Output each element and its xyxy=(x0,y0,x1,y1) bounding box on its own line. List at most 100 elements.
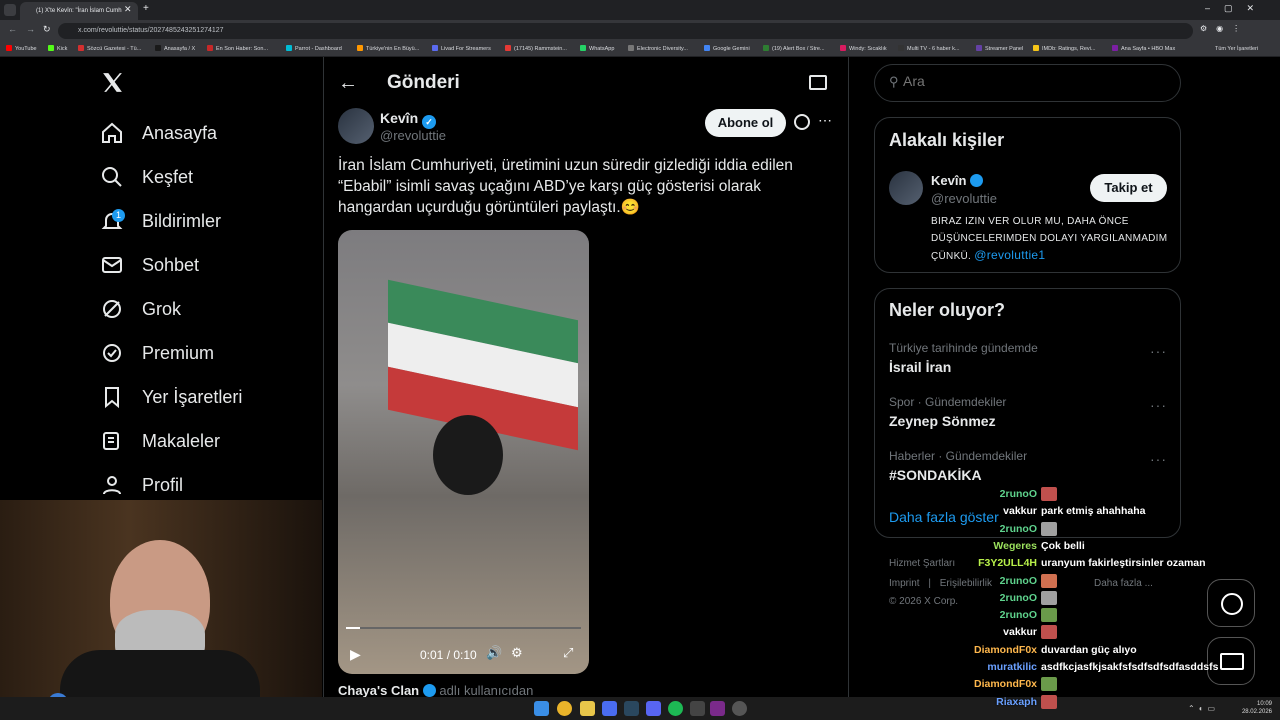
extension-icons[interactable]: ⚙◉⋮ xyxy=(1200,24,1249,33)
search-box[interactable]: ⚲ xyxy=(874,64,1181,102)
bookmark-item[interactable]: (19) Alert Box / Stre... xyxy=(763,42,825,57)
chat-message: F3Y2ULL4H uranyum fakirleştirsinler ozama… xyxy=(0,555,1280,572)
reload-icon[interactable]: ↻ xyxy=(43,24,51,35)
trend-name: İsrail İran xyxy=(889,359,952,375)
chat-message: vakkur park etmiş ahahhaha xyxy=(0,503,1280,520)
video-tunnel xyxy=(433,415,503,495)
trend-more-icon[interactable]: ··· xyxy=(1150,397,1167,413)
related-avatar[interactable] xyxy=(889,171,923,205)
address-bar[interactable]: x.com/revoluttie/status/2027485243251274… xyxy=(58,23,1193,39)
bookmark-item[interactable]: En Son Haber: Son... xyxy=(207,42,268,57)
bookmark-label: Sözcü Gazetesi - Tü... xyxy=(87,46,142,52)
chat-username: DiamondF0x xyxy=(973,643,1037,656)
bookmark-item[interactable]: (17145) Rammstein... xyxy=(505,42,567,57)
bookmark-favicon-icon xyxy=(155,45,161,51)
bookmark-label: (19) Alert Box / Stre... xyxy=(772,46,825,52)
search-icon xyxy=(100,165,124,189)
back-icon[interactable]: ← xyxy=(8,24,17,34)
bookmark-item[interactable]: Multi TV - 6 haber k... xyxy=(898,42,959,57)
bookmark-favicon-icon xyxy=(207,45,213,51)
nav-item-7[interactable]: Makaleler xyxy=(100,425,220,457)
chat-emote-icon xyxy=(1041,677,1057,692)
bookmark-favicon-icon xyxy=(1033,45,1039,51)
bookmark-item[interactable]: Livad For Streamers xyxy=(432,42,491,57)
author-name[interactable]: Kevîn xyxy=(380,110,418,126)
nav-item-6[interactable]: Yer İşaretleri xyxy=(100,381,242,413)
grok-icon[interactable] xyxy=(794,114,810,130)
bookmark-icon xyxy=(100,385,124,409)
forward-icon[interactable]: → xyxy=(26,24,35,34)
chat-emote-icon xyxy=(1041,694,1057,709)
browser-tab-bar: (1) X'te Kevîn: "İran İslam Cumh ✕ + –▢✕ xyxy=(0,0,1280,20)
bookmark-item[interactable]: Ana Sayfa • HBO Max xyxy=(1112,42,1175,57)
nav-item-3[interactable]: Sohbet xyxy=(100,249,199,281)
chat-emote-icon xyxy=(1041,625,1057,640)
tab-list-button[interactable] xyxy=(4,4,16,16)
bookmark-favicon-icon xyxy=(580,45,586,51)
related-handle[interactable]: @revoluttie xyxy=(931,191,997,206)
back-arrow-icon[interactable]: ← xyxy=(338,72,358,95)
browser-tab[interactable]: (1) X'te Kevîn: "İran İslam Cumh xyxy=(20,2,138,20)
bookmark-item[interactable]: Google Gemini xyxy=(704,42,750,57)
bookmark-item[interactable]: Windy: Sıcaklık xyxy=(840,42,887,57)
premium-icon xyxy=(100,341,124,365)
close-tab-icon[interactable]: ✕ xyxy=(124,4,132,15)
author-handle[interactable]: @revoluttie xyxy=(380,128,446,143)
all-bookmarks[interactable]: Tüm Yer İşaretleri xyxy=(1215,42,1258,57)
search-icon: ⚲ xyxy=(889,74,899,89)
page-title: Gönderi xyxy=(387,72,460,93)
nav-item-2[interactable]: 1 Bildirimler xyxy=(100,205,221,237)
subscribe-button[interactable]: Abone ol xyxy=(705,109,786,137)
nav-item-1[interactable]: Keşfet xyxy=(100,161,193,193)
nav-item-0[interactable]: Anasayfa xyxy=(100,117,217,149)
related-title: Alakalı kişiler xyxy=(889,130,1005,150)
bookmark-item[interactable]: Anasayfa / X xyxy=(155,42,195,57)
related-bio-link[interactable]: @revoluttie1 xyxy=(974,248,1045,262)
nav-item-5[interactable]: Premium xyxy=(100,337,214,369)
bookmark-item[interactable]: Kick xyxy=(48,42,67,57)
url-text: x.com/revoluttie/status/2027485243251274… xyxy=(78,27,224,34)
bookmark-item[interactable]: WhatsApp xyxy=(580,42,614,57)
post-text: İran İslam Cumhuriyeti, üretimini uzun s… xyxy=(338,157,793,216)
chat-text: park etmiş ahahhaha xyxy=(1041,505,1146,518)
author-avatar[interactable] xyxy=(338,108,374,144)
window-controls[interactable]: –▢✕ xyxy=(1205,3,1268,14)
related-bio: BIRAZ IZIN VER OLUR MU, DAHA ÖNCE DÜŞÜNC… xyxy=(931,216,1168,262)
bookmark-label: Ana Sayfa • HBO Max xyxy=(1121,46,1176,52)
bookmark-item[interactable]: Electronic Diversity... xyxy=(628,42,688,57)
bookmark-label: Google Gemini xyxy=(713,46,750,52)
bookmark-item[interactable]: YouTube xyxy=(6,42,37,57)
nav-item-4[interactable]: Grok xyxy=(100,293,181,325)
bookmark-favicon-icon xyxy=(763,45,769,51)
x-logo[interactable] xyxy=(100,70,125,100)
chat-message: Riaxaph xyxy=(0,694,1280,711)
bookmark-item[interactable]: IMDb: Ratings, Revi... xyxy=(1033,42,1096,57)
chat-message: 2runoO xyxy=(0,521,1280,538)
nav-label: Anasayfa xyxy=(142,122,218,143)
new-tab-icon[interactable]: + xyxy=(143,3,149,14)
trends-title: Neler oluyor? xyxy=(889,300,1006,320)
bookmark-item[interactable]: Sözcü Gazetesi - Tü... xyxy=(78,42,141,57)
chat-emote-icon xyxy=(1041,573,1057,588)
articles-icon xyxy=(100,429,124,453)
bookmark-favicon-icon xyxy=(976,45,982,51)
chat-text: asdfkcjasfkjsakfsfsdfsdfsdfasddsfs xyxy=(1041,661,1219,673)
grok-icon xyxy=(100,297,124,321)
chat-message: 2runoO xyxy=(0,573,1280,590)
bookmark-favicon-icon xyxy=(1112,45,1118,51)
trend-more-icon[interactable]: ··· xyxy=(1150,451,1167,467)
bookmark-item[interactable]: Türkiye'nin En Büyü... xyxy=(357,42,419,57)
chat-username: F3Y2ULL4H xyxy=(978,557,1037,570)
chat-username: Wegeres xyxy=(993,539,1037,552)
chat-message: DiamondF0x duvardan güç alıyo xyxy=(0,642,1280,659)
bookmark-item[interactable]: Parrot - Dashboard xyxy=(286,42,342,57)
related-name[interactable]: Kevîn xyxy=(931,173,966,188)
bookmark-item[interactable]: Streamer Panel xyxy=(976,42,1023,57)
chat-username: 2runoO xyxy=(999,488,1037,500)
more-options-icon[interactable]: ⋯ xyxy=(818,112,832,129)
chat-emote-icon xyxy=(1041,521,1057,536)
search-input[interactable] xyxy=(903,73,1163,89)
trend-more-icon[interactable]: ··· xyxy=(1150,343,1167,359)
reader-icon[interactable] xyxy=(809,75,827,90)
follow-button[interactable]: Takip et xyxy=(1090,174,1167,202)
